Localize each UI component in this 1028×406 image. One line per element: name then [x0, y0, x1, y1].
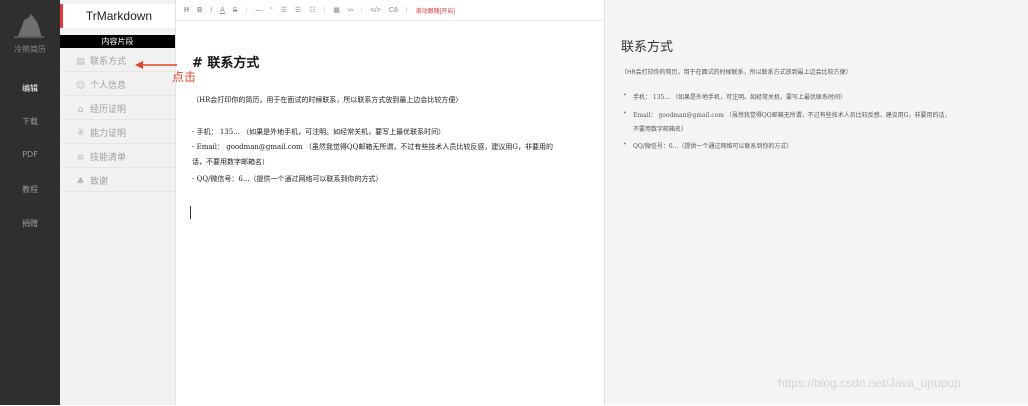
thumb-icon: ♣	[76, 177, 85, 187]
markdown-editor[interactable]: # 联系方式 （HR会打印你的简历，用于在面试的时候联系，所以联系方式放到最上边…	[176, 20, 604, 406]
preview-list-continuation: 不要用数字邮箱名）	[633, 126, 688, 133]
link-button[interactable]: ∞	[348, 7, 353, 14]
chart-icon: ≚	[76, 129, 85, 139]
snippet-label: 经历证明	[90, 105, 127, 115]
snippet-label: 联系方式	[90, 57, 127, 67]
editor-line: - QQ/微信号：6...（提供一个通过网络可以联系到你的方式）	[192, 175, 383, 183]
nav-item-edit[interactable]: 编辑	[0, 83, 60, 94]
ol-button[interactable]: ☰	[295, 6, 301, 14]
annotation-arrow-icon	[135, 61, 177, 69]
snippet-item-experience[interactable]: ⌂ 经历证明	[60, 100, 175, 120]
snippet-item-ability[interactable]: ≚ 能力证明	[60, 124, 175, 144]
bold-button[interactable]: B	[197, 7, 202, 14]
hr-button[interactable]: —	[255, 7, 262, 14]
watermark: https://blog.csdn.net/Java_upupup	[778, 376, 961, 390]
snippet-label: 能力证明	[90, 129, 127, 139]
editor-line: 话，不要用数字邮箱名）	[192, 158, 269, 166]
editor-intro: （HR会打印你的简历，用于在面试的时候联系，所以联系方式放到最上边会比较方便）	[192, 96, 463, 104]
indent-button[interactable]: ☷	[309, 6, 315, 14]
snippet-item-personal[interactable]: ☺ 个人信息	[60, 76, 175, 96]
preview-list-item: Email： goodman@gmail.com （虽然我觉得QQ邮箱无所谓，不…	[623, 110, 950, 119]
editor-line: - 手机： 135... （如果是外地手机，可注明。如经常关机，要写上最优联系时…	[192, 128, 446, 136]
preview-list-item: QQ/微信号：6...（提供一个通过网络可以联系到你的方式）	[623, 141, 792, 150]
snippet-item-thanks[interactable]: ♣ 致谢	[60, 172, 175, 192]
italic-button[interactable]: I	[210, 7, 212, 14]
nav-item-pdf[interactable]: PDF	[0, 150, 60, 159]
toolbar-divider: |	[323, 6, 326, 14]
snippet-item-skills[interactable]: ≡ 技能清单	[60, 148, 175, 168]
preview-intro: （HR会打印你的简历，用于在面试的时候联系，所以联系方式放到最上边会比较方便）	[621, 69, 852, 76]
code-button[interactable]: </>	[371, 7, 381, 14]
snippet-label: 致谢	[90, 177, 109, 187]
preview-pane: 联系方式 （HR会打印你的简历，用于在面试的时候联系，所以联系方式放到最上边会比…	[604, 0, 1028, 405]
smile-icon: ☺	[75, 81, 86, 91]
toolbar-divider: |	[245, 6, 248, 14]
strike-button[interactable]: S	[233, 7, 238, 14]
toolbar-divider: |	[360, 6, 363, 14]
quote-button[interactable]: “	[270, 7, 272, 14]
preview-list-item: 手机： 135... （如果是外地手机，可注明。如经常关机，要写上最优联系时间）	[623, 92, 846, 101]
table-button[interactable]: ▦	[333, 6, 340, 14]
section-header: 内容片段	[60, 35, 175, 48]
list-icon: ≡	[76, 153, 85, 163]
card-icon: ▤	[76, 57, 85, 67]
brand-label: 冷熊简历	[14, 45, 46, 54]
app-title: TrMarkdown	[60, 4, 175, 28]
editor-heading: # 联系方式	[192, 56, 260, 71]
color-button[interactable]: A	[220, 7, 225, 14]
heading-button[interactable]: H	[184, 7, 189, 14]
snippet-label: 技能清单	[90, 153, 127, 163]
left-nav: 冷熊简历 编辑 下载 PDF 教程 捐赠	[0, 0, 60, 405]
preview-heading: 联系方式	[621, 40, 674, 55]
ul-button[interactable]: ☰	[281, 6, 287, 14]
editor-toolbar: H B I A S | — “ ☰ ☰ ☷ | ▦ ∞ | </> C8 | 滚…	[176, 0, 606, 20]
scroll-sync-toggle[interactable]: 滚动跟随[开启]	[416, 6, 455, 15]
text-cursor	[190, 206, 191, 219]
toolbar-divider: |	[405, 6, 408, 14]
building-icon: ⌂	[77, 105, 84, 115]
snippet-label: 个人信息	[90, 81, 127, 91]
nav-item-tutorial[interactable]: 教程	[0, 184, 60, 195]
editor-line: - Email： goodman@gmail.com （虽然我觉得QQ邮箱无所谓…	[192, 143, 553, 151]
bear-logo-icon	[14, 14, 44, 38]
nav-item-donate[interactable]: 捐赠	[0, 218, 60, 229]
c8-button[interactable]: C8	[389, 7, 398, 14]
nav-item-download[interactable]: 下载	[0, 116, 60, 127]
